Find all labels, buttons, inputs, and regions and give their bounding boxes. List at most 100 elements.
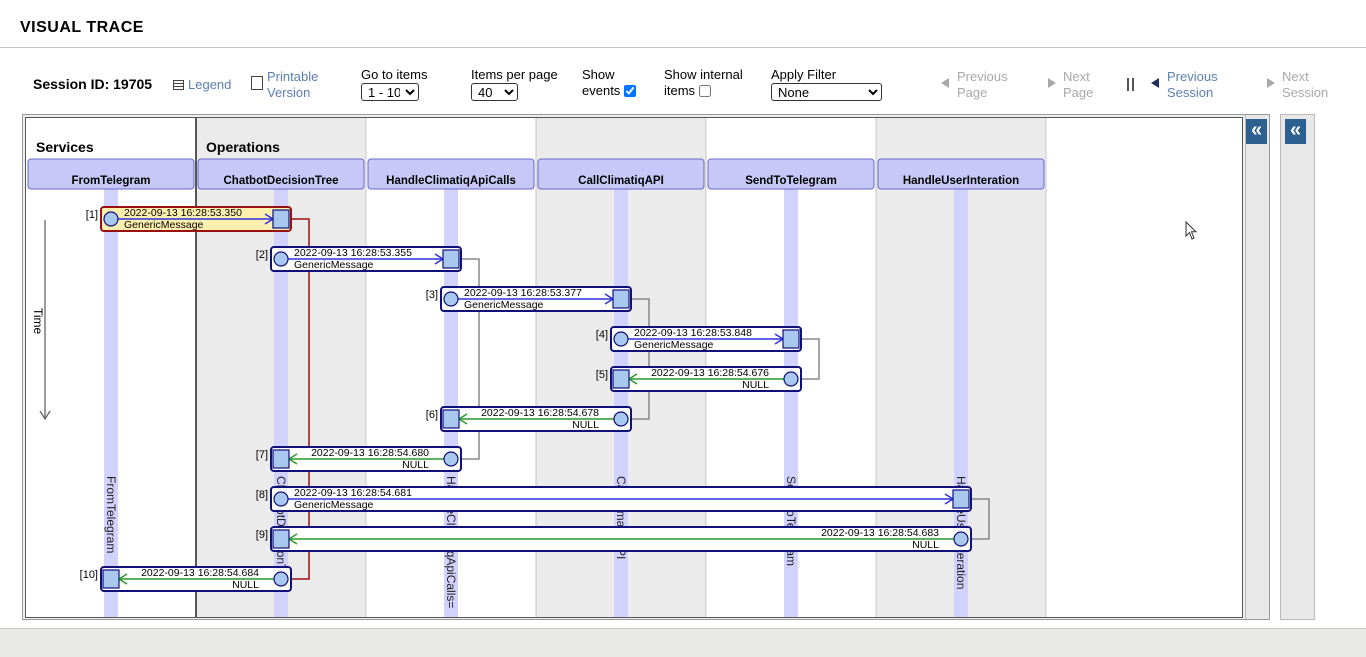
- message-source-icon: [613, 331, 629, 347]
- trace-message[interactable]: 2022-09-13 16:28:54.683NULL [9]: [256, 526, 972, 552]
- next-session-line1: Next: [1282, 69, 1309, 84]
- previous-session-icon: [1151, 78, 1159, 88]
- operations-heading: Operations: [206, 139, 280, 155]
- mouse-cursor-icon: [1185, 221, 1198, 240]
- legend-link[interactable]: Legend: [173, 77, 231, 93]
- message-source-icon: [443, 451, 459, 467]
- lane-header-label: CallClimatiqAPI: [578, 175, 664, 187]
- message-source-icon: [783, 371, 799, 387]
- trace-message[interactable]: 2022-09-13 16:28:53.350GenericMessage [1]: [86, 206, 292, 232]
- message-timestamp: 2022-09-13 16:28:54.683: [821, 527, 939, 539]
- message-timestamp: 2022-09-13 16:28:54.684: [141, 567, 259, 579]
- message-type: NULL: [912, 539, 939, 551]
- message-type: GenericMessage: [124, 219, 204, 231]
- message-type: NULL: [232, 579, 259, 591]
- trace-message[interactable]: 2022-09-13 16:28:53.377GenericMessage [3]: [426, 286, 632, 312]
- show-events-line1: Show: [582, 67, 615, 82]
- apply-filter-select[interactable]: None: [771, 83, 882, 101]
- toolbar: Session ID: 19705 Legend Printable Versi…: [0, 62, 1366, 108]
- message-index: [8]: [256, 489, 268, 501]
- previous-session-button[interactable]: Previous Session: [1151, 69, 1218, 101]
- trace-message[interactable]: 2022-09-13 16:28:53.848GenericMessage [4]: [596, 326, 802, 352]
- message-timestamp: 2022-09-13 16:28:53.377: [464, 287, 582, 299]
- lane-header: CallClimatiqAPI: [537, 158, 705, 190]
- pause-icon[interactable]: [1127, 78, 1134, 91]
- previous-page-icon: [941, 78, 949, 88]
- show-events-control: Show events: [582, 67, 637, 99]
- next-session-button[interactable]: Next Session: [1267, 69, 1328, 101]
- message-timestamp: 2022-09-13 16:28:53.350: [124, 207, 242, 219]
- legend-icon: [173, 80, 184, 90]
- message-type: NULL: [742, 379, 769, 391]
- message-target-icon: [612, 289, 630, 309]
- message-type: NULL: [402, 459, 429, 471]
- items-per-page-select[interactable]: 40: [471, 83, 518, 101]
- message-source-icon: [443, 291, 459, 307]
- message-timestamp: 2022-09-13 16:28:54.680: [311, 447, 429, 459]
- printable-line2: Version: [267, 85, 311, 100]
- apply-filter-control: Apply Filter None: [771, 67, 882, 101]
- previous-session-line1: Previous: [1167, 69, 1218, 84]
- message-timestamp: 2022-09-13 16:28:54.681: [294, 487, 412, 499]
- message-target-icon: [272, 209, 290, 229]
- show-events-checkbox[interactable]: [624, 85, 637, 97]
- trace-diagram: Services Operations Time FromTelegram FromTe…: [25, 117, 1243, 618]
- message-target-icon: [102, 569, 120, 589]
- next-page-icon: [1048, 78, 1056, 88]
- lane-header: HandleClimatiqApiCalls: [367, 158, 535, 190]
- next-page-button[interactable]: Next Page: [1048, 69, 1093, 101]
- previous-page-button[interactable]: Previous Page: [941, 69, 1008, 101]
- message-index: [1]: [86, 209, 98, 221]
- lane-header-label: FromTelegram: [71, 175, 150, 187]
- trace-message[interactable]: 2022-09-13 16:28:54.680NULL [7]: [256, 446, 462, 472]
- previous-page-line2: Page: [957, 85, 988, 100]
- time-label: Time: [31, 308, 45, 335]
- message-source-icon: [953, 531, 969, 547]
- message-source-icon: [273, 251, 289, 267]
- message-type: GenericMessage: [634, 339, 714, 351]
- lane-header-label: ChatbotDecisionTree: [223, 175, 338, 187]
- message-type: GenericMessage: [294, 499, 374, 511]
- message-target-icon: [442, 409, 460, 429]
- message-target-icon: [442, 249, 460, 269]
- message-timestamp: 2022-09-13 16:28:54.676: [651, 367, 769, 379]
- message-timestamp: 2022-09-13 16:28:53.848: [634, 327, 752, 339]
- trace-message[interactable]: 2022-09-13 16:28:54.684NULL [10]: [80, 566, 292, 592]
- lane-header-label: HandleUserInteration: [903, 175, 1019, 187]
- message-type: GenericMessage: [294, 259, 374, 271]
- empty-area: [1046, 118, 1242, 617]
- trace-message[interactable]: 2022-09-13 16:28:54.681GenericMessage [8]: [256, 486, 972, 512]
- collapse-details-button[interactable]: «: [1285, 119, 1306, 144]
- session-id-label: Session ID: 19705: [33, 76, 153, 92]
- goto-items-select[interactable]: 1 - 10: [361, 83, 419, 101]
- message-index: [6]: [426, 409, 438, 421]
- diagram-side-rail: «: [1245, 115, 1269, 619]
- footer-bar: [0, 628, 1366, 657]
- trace-message[interactable]: 2022-09-13 16:28:54.678NULL [6]: [426, 406, 632, 432]
- message-index: [5]: [596, 369, 608, 381]
- details-side-rail: «: [1280, 114, 1315, 620]
- printable-version-link[interactable]: Printable Version: [267, 69, 318, 101]
- message-index: [4]: [596, 329, 608, 341]
- next-session-icon: [1267, 78, 1275, 88]
- legend-label: Legend: [188, 77, 232, 92]
- items-per-page-control: Items per page 40: [471, 67, 558, 101]
- lane-bar: [104, 188, 118, 617]
- collapse-diagram-button[interactable]: «: [1246, 119, 1267, 144]
- printable-line1: Printable: [267, 69, 319, 84]
- message-type: NULL: [572, 419, 599, 431]
- show-internal-control: Show internal items: [664, 67, 743, 99]
- message-target-icon: [612, 369, 630, 389]
- sequence-diagram: Services Operations Time FromTelegram FromTe…: [26, 118, 1242, 617]
- message-source-icon: [613, 411, 629, 427]
- trace-message[interactable]: 2022-09-13 16:28:53.355GenericMessage [2]: [256, 246, 462, 272]
- message-target-icon: [272, 449, 290, 469]
- page-title: VISUAL TRACE: [20, 19, 144, 36]
- show-internal-checkbox[interactable]: [699, 85, 712, 97]
- trace-message[interactable]: 2022-09-13 16:28:54.676NULL [5]: [596, 366, 802, 392]
- lane-header-label: HandleClimatiqApiCalls: [386, 175, 516, 187]
- message-target-icon: [952, 489, 970, 509]
- apply-filter-label: Apply Filter: [771, 67, 837, 82]
- show-internal-line2: items: [664, 83, 696, 98]
- next-session-line2: Session: [1282, 85, 1329, 100]
